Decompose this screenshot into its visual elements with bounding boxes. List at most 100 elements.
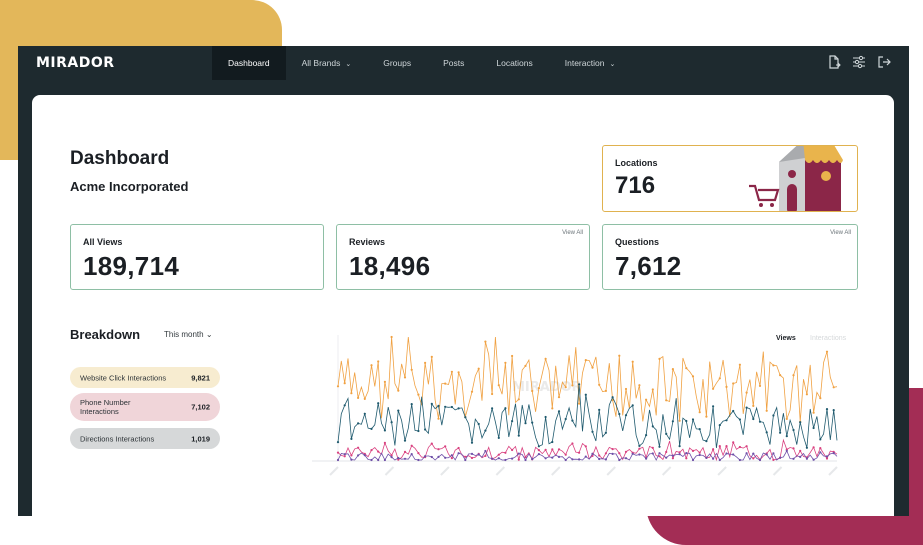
series-point-purple — [450, 454, 453, 457]
series-point-teal — [732, 409, 735, 413]
series-point-purple — [584, 455, 587, 458]
filter-settings-icon[interactable] — [852, 55, 866, 69]
series-point-purple — [444, 456, 447, 459]
series-point-orange — [504, 361, 507, 364]
series-point-pink — [712, 448, 715, 451]
series-point-teal — [564, 417, 567, 421]
series-point-orange — [430, 355, 433, 358]
series-point-teal — [464, 416, 467, 419]
breakdown-item-phone[interactable]: Phone Number Interactions 7,102 — [70, 393, 220, 421]
series-point-teal — [484, 429, 487, 432]
brand-logo[interactable]: MIRADOR — [36, 55, 115, 71]
series-point-pink — [725, 445, 728, 448]
series-point-teal — [417, 429, 420, 433]
series-point-purple — [819, 451, 822, 454]
series-point-orange — [370, 364, 373, 367]
series-point-orange — [671, 368, 674, 371]
chevron-down-icon: ⌄ — [345, 61, 352, 68]
series-point-pink — [484, 454, 487, 457]
series-point-purple — [705, 456, 708, 459]
questions-card[interactable]: View All Questions 7,612 — [602, 224, 858, 290]
dashboard-content: Dashboard Acme Incorporated Locations 71… — [32, 95, 894, 516]
series-point-pink — [444, 445, 447, 448]
nav-interaction[interactable]: Interaction ⌄ — [549, 46, 632, 80]
locations-card[interactable]: Locations 716 — [602, 145, 858, 212]
period-select[interactable]: This month ⌄ — [164, 330, 213, 339]
nav-groups[interactable]: Groups — [367, 46, 427, 80]
series-point-orange — [712, 387, 715, 390]
logout-icon[interactable] — [877, 55, 891, 69]
series-point-purple — [671, 454, 674, 457]
series-point-teal — [544, 415, 547, 419]
breakdown-item-directions[interactable]: Directions Interactions 1,019 — [70, 428, 220, 449]
series-point-orange — [624, 387, 628, 391]
series-point-purple — [765, 453, 768, 456]
nav-dashboard[interactable]: Dashboard — [212, 46, 286, 80]
header-actions — [827, 55, 891, 69]
series-point-teal — [631, 404, 634, 407]
app-window: MIRADOR Dashboard All Brands ⌄ Groups Pos… — [18, 46, 909, 516]
series-point-pink — [671, 457, 674, 460]
series-point-pink — [551, 448, 554, 451]
series-point-purple — [557, 455, 561, 458]
series-point-teal — [336, 441, 340, 444]
series-point-orange — [403, 376, 407, 379]
series-point-orange — [477, 367, 480, 370]
nav-locations[interactable]: Locations — [480, 46, 548, 80]
series-point-orange — [497, 384, 500, 387]
series-point-pink — [537, 449, 540, 452]
series-point-orange — [805, 393, 808, 396]
series-point-purple — [350, 458, 353, 461]
series-point-teal — [584, 393, 587, 396]
views-card[interactable]: All Views 189,714 — [70, 224, 324, 290]
series-point-purple — [598, 457, 601, 461]
series-point-teal — [551, 440, 554, 444]
breakdown-item-value: 1,019 — [191, 434, 210, 443]
nav-all-brands[interactable]: All Brands ⌄ — [286, 46, 368, 80]
x-tick-label — [495, 466, 506, 476]
series-point-purple — [531, 458, 534, 461]
reviews-view-all-link[interactable]: View All — [562, 230, 583, 236]
series-point-purple — [578, 458, 581, 461]
series-point-purple — [792, 457, 795, 460]
series-point-pink — [343, 455, 346, 458]
series-point-pink — [685, 457, 688, 460]
series-point-orange — [517, 398, 520, 401]
series-point-orange — [598, 383, 601, 386]
series-point-teal — [403, 439, 407, 442]
questions-view-all-link[interactable]: View All — [830, 230, 851, 236]
series-point-teal — [651, 425, 654, 428]
x-tick-label — [717, 466, 727, 476]
series-point-pink — [584, 445, 587, 448]
series-point-teal — [397, 409, 400, 412]
nav-posts[interactable]: Posts — [427, 46, 480, 80]
reviews-card[interactable]: View All Reviews 18,496 — [336, 224, 590, 290]
series-point-purple — [497, 457, 500, 460]
chevron-down-icon: ⌄ — [609, 61, 616, 68]
nav-label: Locations — [496, 58, 533, 68]
series-point-orange — [685, 367, 688, 370]
series-point-purple — [517, 452, 520, 455]
series-point-teal — [799, 421, 802, 424]
breakdown-item-website[interactable]: Website Click Interactions 9,821 — [70, 367, 220, 388]
activity-line-chart[interactable] — [302, 325, 862, 485]
series-point-orange — [665, 399, 668, 402]
breakdown-item-value: 9,821 — [191, 373, 210, 382]
series-point-purple — [484, 449, 487, 453]
series-point-orange — [725, 385, 728, 388]
series-point-orange — [825, 350, 829, 353]
series-point-teal — [350, 437, 353, 440]
series-point-teal — [437, 404, 440, 407]
main-nav: Dashboard All Brands ⌄ Groups Posts Locat… — [212, 46, 631, 80]
series-point-teal — [698, 428, 701, 431]
series-point-orange — [544, 357, 547, 360]
series-point-pink — [825, 457, 829, 460]
series-point-orange — [417, 393, 420, 396]
series-point-pink — [544, 448, 547, 451]
series-point-purple — [805, 457, 808, 460]
series-point-purple — [732, 453, 735, 456]
series-point-orange — [792, 374, 795, 377]
export-icon[interactable] — [827, 55, 841, 69]
series-point-pink — [410, 444, 413, 447]
series-point-orange — [752, 404, 755, 407]
